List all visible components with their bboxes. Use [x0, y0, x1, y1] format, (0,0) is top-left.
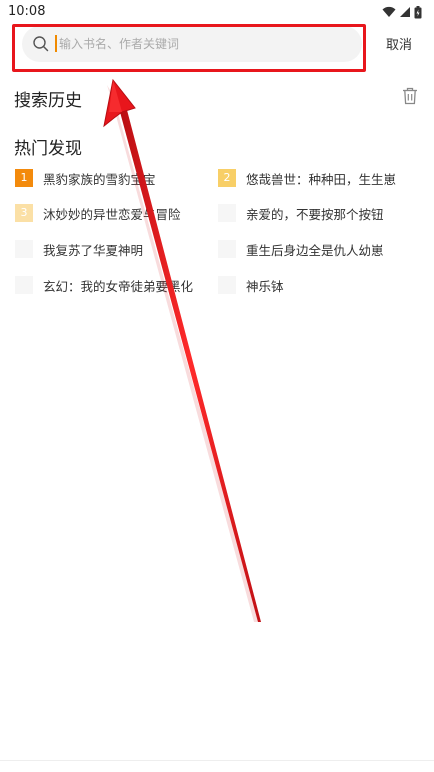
bottom-divider — [0, 760, 434, 761]
annotation-highlight-box — [12, 24, 366, 72]
hot-item-2[interactable]: 2 悠哉兽世：种种田，生生崽 — [218, 169, 396, 187]
hot-item-label: 神乐钵 — [246, 278, 284, 294]
rank-badge: 1 — [15, 169, 33, 187]
battery-icon — [414, 5, 422, 18]
hot-item-4[interactable]: 4 亲爱的，不要按那个按钮 — [218, 204, 384, 222]
search-history-title: 搜索历史 — [14, 91, 82, 111]
rank-badge: 2 — [218, 169, 236, 187]
hot-item-3[interactable]: 3 沐妙妙的异世恋爱与冒险 — [15, 204, 181, 222]
hot-item-label: 玄幻：我的女帝徒弟要黑化 — [43, 278, 194, 294]
hot-item-label: 沐妙妙的异世恋爱与冒险 — [43, 206, 181, 222]
hot-item-label: 我复苏了华夏神明 — [43, 242, 144, 258]
rank-badge: 5 — [15, 240, 33, 258]
hot-item-6[interactable]: 6 重生后身边全是仇人幼崽 — [218, 240, 384, 258]
status-bar: 10:08 — [0, 0, 434, 24]
search-page: 10:08 取消 搜索历史 — [0, 0, 434, 772]
rank-badge: 6 — [218, 240, 236, 258]
rank-badge: 3 — [15, 204, 33, 222]
hot-discover-title: 热门发现 — [14, 139, 82, 159]
cancel-button[interactable]: 取消 — [386, 34, 412, 53]
rank-badge: 8 — [218, 276, 236, 294]
hot-item-7[interactable]: 7 玄幻：我的女帝徒弟要黑化 — [15, 276, 193, 294]
rank-badge: 7 — [15, 276, 33, 294]
hot-item-label: 重生后身边全是仇人幼崽 — [246, 242, 384, 258]
wifi-icon — [382, 6, 396, 17]
status-time: 10:08 — [8, 4, 46, 19]
signal-icon — [400, 7, 410, 17]
status-icons — [382, 4, 422, 20]
trash-icon[interactable] — [402, 87, 418, 105]
annotation-arrow — [103, 78, 261, 622]
hot-item-label: 黑豹家族的雪豹宝宝 — [43, 171, 156, 187]
hot-item-1[interactable]: 1 黑豹家族的雪豹宝宝 — [15, 169, 156, 187]
hot-item-label: 亲爱的，不要按那个按钮 — [246, 206, 384, 222]
hot-item-8[interactable]: 8 神乐钵 — [218, 276, 284, 294]
hot-item-5[interactable]: 5 我复苏了华夏神明 — [15, 240, 143, 258]
hot-item-label: 悠哉兽世：种种田，生生崽 — [246, 171, 397, 187]
rank-badge: 4 — [218, 204, 236, 222]
